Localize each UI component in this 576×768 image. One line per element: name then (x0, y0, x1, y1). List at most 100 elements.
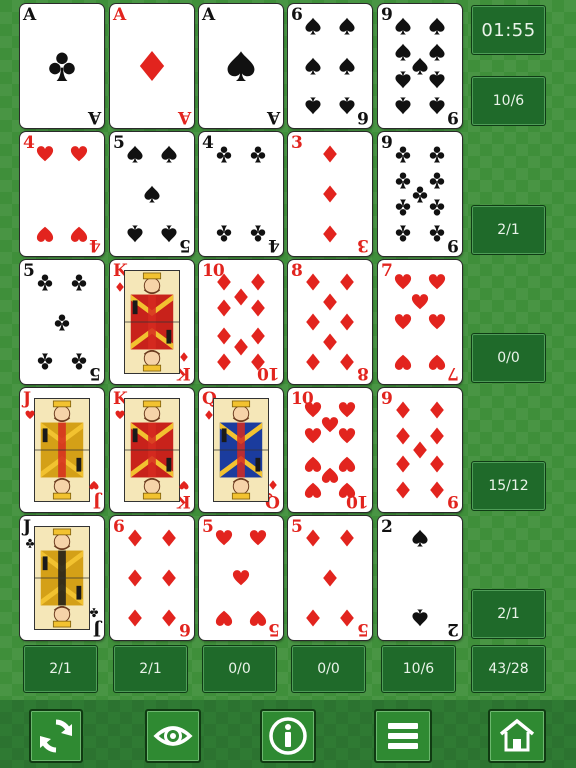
spade-icon (160, 225, 178, 243)
card-r2-c2[interactable]: 55 (110, 132, 194, 256)
card-r2-c4[interactable]: 33 (288, 132, 372, 256)
card-rank: 6 (180, 619, 191, 639)
spade-icon (428, 43, 446, 61)
spade-icon (428, 17, 446, 35)
club-icon (249, 145, 267, 163)
card-r1-c5[interactable]: 99 (378, 4, 462, 128)
menu-button[interactable] (374, 709, 432, 763)
card-r5-c3[interactable]: 55 (199, 516, 283, 640)
row-score-3: 0/0 (471, 333, 546, 383)
card-rank: 5 (23, 261, 35, 281)
spade-icon (143, 185, 161, 203)
card-r5-c2[interactable]: 66 (110, 516, 194, 640)
diamond-icon (249, 327, 267, 345)
diamond-icon (215, 299, 233, 317)
card-r4-c1[interactable]: JJ (20, 388, 104, 512)
club-icon (394, 199, 412, 217)
diamond-icon (215, 327, 233, 345)
card-rank: A (267, 107, 280, 127)
card-r3-c4[interactable]: 88 (288, 260, 372, 384)
card-rank: A (113, 5, 126, 25)
card-rank: J (93, 491, 101, 511)
heart-icon (428, 313, 446, 331)
card-r3-c5[interactable]: 77 (378, 260, 462, 384)
heart-icon (36, 225, 54, 243)
diamond-icon (136, 50, 168, 82)
column-score-5: 10/6 (381, 645, 456, 693)
peek-button[interactable] (145, 709, 201, 763)
card-rank: 4 (269, 235, 280, 255)
heart-icon (25, 410, 35, 420)
card-r3-c3[interactable]: 10 10 (199, 260, 283, 384)
diamond-icon (411, 441, 429, 459)
heart-icon (338, 401, 356, 419)
heart-icon (215, 529, 233, 547)
card-rank: J (23, 389, 31, 409)
club-icon (70, 273, 88, 291)
home-button[interactable] (488, 709, 546, 763)
card-r3-c2[interactable]: KK (110, 260, 194, 384)
heart-icon (36, 145, 54, 163)
diamond-icon (304, 313, 322, 331)
card-r4-c3[interactable]: QQ (199, 388, 283, 512)
heart-icon (215, 609, 233, 627)
club-icon (53, 313, 71, 331)
diamond-icon (179, 352, 189, 362)
diamond-icon (321, 225, 339, 243)
diamond-icon (428, 455, 446, 473)
new-deal-button[interactable] (29, 709, 83, 763)
refresh-icon (40, 719, 72, 753)
heart-icon (394, 273, 412, 291)
spade-icon (411, 609, 429, 627)
card-r2-c1[interactable]: 44 (20, 132, 104, 256)
card-r2-c5[interactable]: 99 (378, 132, 462, 256)
toolbar (0, 700, 576, 768)
diamond-icon (304, 353, 322, 371)
card-r1-c4[interactable]: 66 (288, 4, 372, 128)
diamond-icon (338, 609, 356, 627)
face-card-artwork (213, 398, 269, 502)
heart-icon (232, 569, 250, 587)
spade-icon (304, 97, 322, 115)
card-r5-c1[interactable]: JJ (20, 516, 104, 640)
diamond-icon (215, 353, 233, 371)
home-icon (499, 718, 535, 752)
heart-icon (338, 455, 356, 473)
info-button[interactable] (260, 709, 316, 763)
card-rank: 4 (23, 133, 35, 153)
column-score-2: 2/1 (113, 645, 188, 693)
card-rank: 2 (381, 517, 393, 537)
diamond-icon (249, 299, 267, 317)
card-r5-c4[interactable]: 55 (288, 516, 372, 640)
heart-icon (70, 145, 88, 163)
spade-icon (225, 50, 257, 82)
card-rank: A (202, 5, 215, 25)
spade-icon (411, 57, 429, 75)
heart-icon (428, 353, 446, 371)
card-r4-c4[interactable]: 10 10 (288, 388, 372, 512)
diamond-icon (115, 282, 125, 292)
card-rank: 9 (448, 491, 459, 511)
face-card-artwork (34, 398, 90, 502)
diamond-icon (126, 569, 144, 587)
card-r1-c2[interactable]: AA (110, 4, 194, 128)
card-rank: 2 (448, 619, 459, 639)
card-r5-c5[interactable]: 22 (378, 516, 462, 640)
card-rank: 8 (291, 261, 303, 281)
spade-icon (304, 17, 322, 35)
card-r1-c1[interactable]: AA (20, 4, 104, 128)
column-score-1: 2/1 (23, 645, 98, 693)
card-r3-c1[interactable]: 55 (20, 260, 104, 384)
card-r2-c3[interactable]: 44 (199, 132, 283, 256)
card-rank: 9 (448, 235, 459, 255)
eye-icon (153, 726, 193, 746)
card-r4-c5[interactable]: 99 (378, 388, 462, 512)
diamond-icon (268, 480, 278, 490)
card-r1-c3[interactable]: AA (199, 4, 283, 128)
face-card-artwork (124, 398, 180, 502)
heart-icon (394, 353, 412, 371)
club-icon (70, 353, 88, 371)
diamond-icon (304, 609, 322, 627)
heart-icon (338, 427, 356, 445)
card-r4-c2[interactable]: KK (110, 388, 194, 512)
